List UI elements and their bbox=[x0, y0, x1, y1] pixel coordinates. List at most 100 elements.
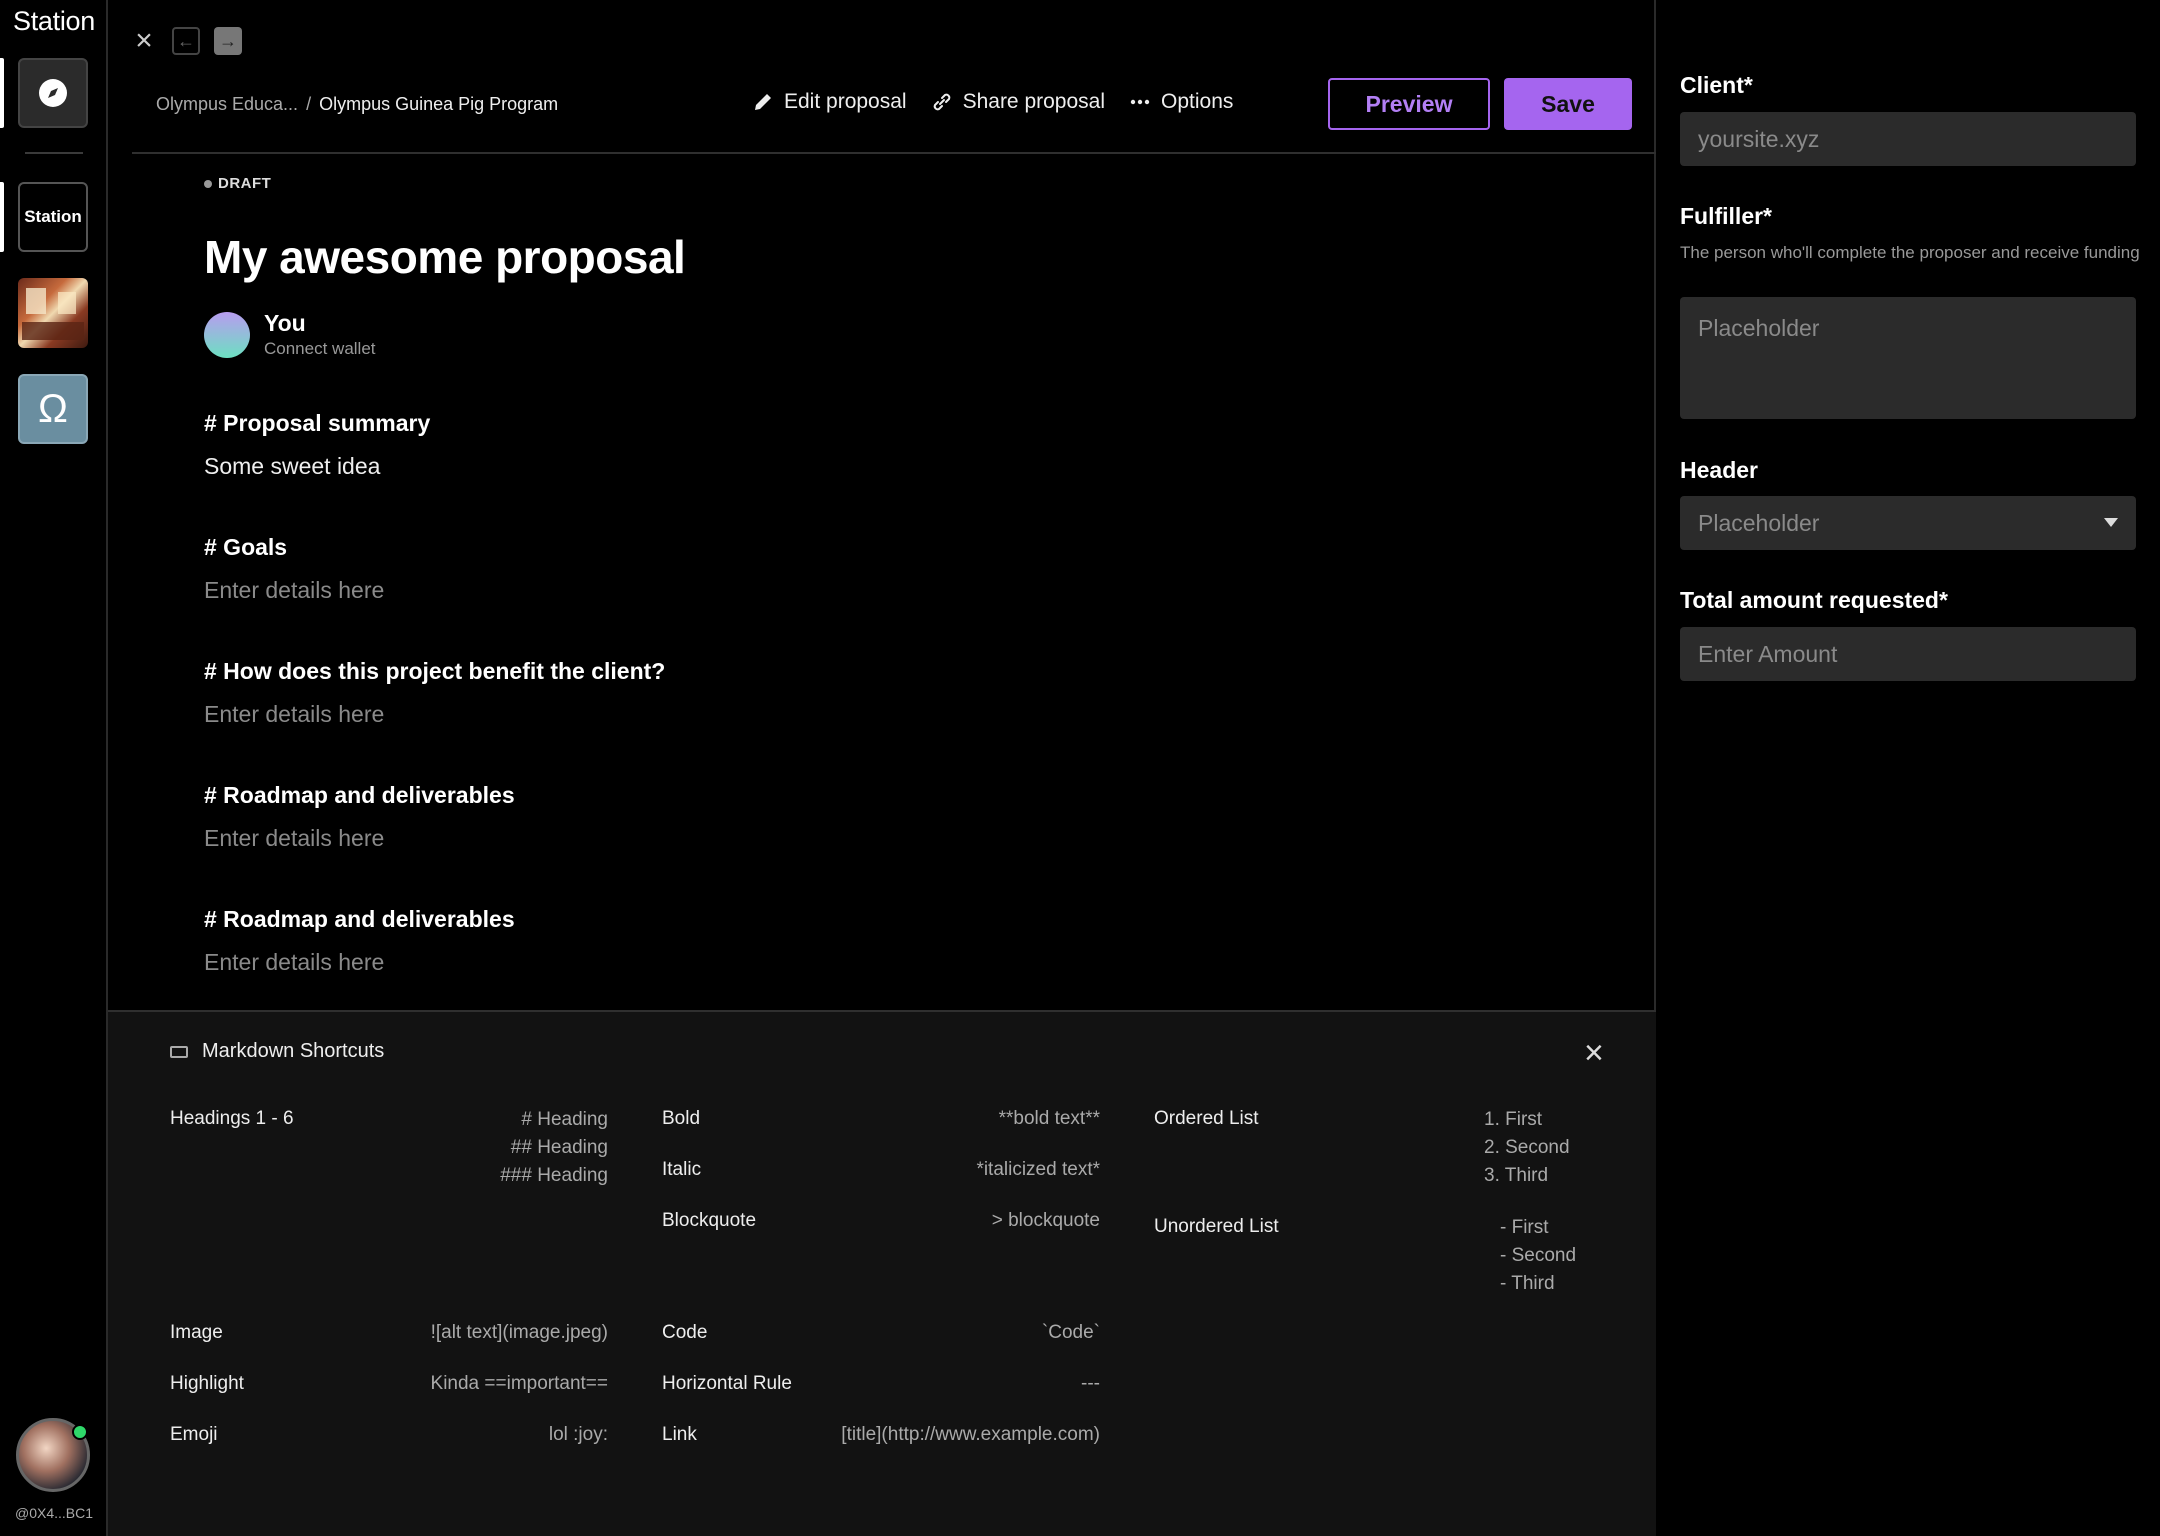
terminal-station-button[interactable]: Station bbox=[18, 182, 88, 252]
header-label: Header bbox=[1680, 457, 1758, 483]
shortcuts-title: Markdown Shortcuts bbox=[202, 1040, 385, 1062]
shortcut-code-label: Code bbox=[662, 1322, 708, 1343]
markdown-shortcuts-panel: Markdown Shortcuts × Headings 1 - 6 # He… bbox=[108, 1010, 1656, 1536]
close-icon[interactable]: × bbox=[130, 24, 158, 58]
active-indicator bbox=[0, 182, 4, 252]
shortcut-unordered-3: - Third bbox=[1500, 1273, 1555, 1294]
amount-input[interactable]: Enter Amount bbox=[1680, 627, 2136, 681]
proposal-content: DRAFT My awesome proposal You Connect wa… bbox=[204, 175, 1504, 1023]
share-proposal-label: Share proposal bbox=[962, 90, 1106, 113]
breadcrumb-current: Olympus Guinea Pig Program bbox=[319, 94, 559, 114]
breadcrumb-parent[interactable]: Olympus Educa... bbox=[156, 94, 298, 114]
shortcut-code-value: `Code` bbox=[1041, 1322, 1100, 1343]
fulfiller-label: Fulfiller* bbox=[1680, 203, 1773, 229]
shortcut-ordered-3: 3. Third bbox=[1484, 1165, 1549, 1186]
share-proposal-button[interactable]: Share proposal bbox=[931, 90, 1105, 114]
wallet-address: @0X4...BC1 bbox=[14, 1505, 94, 1521]
keyboard-icon bbox=[170, 1045, 188, 1058]
shortcut-italic-label: Italic bbox=[662, 1159, 702, 1180]
shortcut-emoji-label: Emoji bbox=[170, 1424, 218, 1445]
status-badge: DRAFT bbox=[204, 175, 1504, 192]
header-select-value: Placeholder bbox=[1698, 509, 1820, 536]
left-rail: Station Station Ω @0X4...BC1 bbox=[0, 0, 108, 1536]
shortcut-link-label: Link bbox=[662, 1424, 697, 1445]
brand-title: Station bbox=[13, 6, 95, 36]
connect-wallet-link[interactable]: Connect wallet bbox=[264, 339, 376, 359]
shortcut-heading-2: ## Heading bbox=[510, 1137, 608, 1158]
edit-proposal-label: Edit proposal bbox=[784, 90, 907, 113]
toolbar: Olympus Educa... / Olympus Guinea Pig Prog… bbox=[132, 78, 1656, 154]
preview-button[interactable]: Preview bbox=[1328, 78, 1490, 130]
shortcut-bold-label: Bold bbox=[662, 1108, 701, 1129]
options-label: Options bbox=[1161, 90, 1234, 113]
section-heading[interactable]: # Goals bbox=[204, 527, 1504, 567]
section-body[interactable]: Enter details here bbox=[204, 815, 1504, 899]
shortcut-heading-3: ### Heading bbox=[500, 1165, 608, 1186]
shortcut-ordered-values: 1. First 2. Second 3. Third bbox=[1398, 1106, 1598, 1190]
status-dot bbox=[204, 179, 212, 188]
shortcut-hr-label: Horizontal Rule bbox=[662, 1373, 792, 1394]
close-shortcuts-icon[interactable]: × bbox=[1584, 1034, 1604, 1073]
omega-icon: Ω bbox=[38, 386, 68, 431]
author-block: You Connect wallet bbox=[204, 310, 1504, 359]
terminal-omega-button[interactable]: Ω bbox=[18, 374, 88, 444]
edit-proposal-button[interactable]: Edit proposal bbox=[752, 90, 907, 114]
shortcut-image-label: Image bbox=[170, 1322, 223, 1343]
toolbar-actions: Edit proposal Share proposal Options bbox=[752, 90, 1233, 114]
terminal-station-label: Station bbox=[24, 207, 82, 226]
shortcuts-header: Markdown Shortcuts bbox=[170, 1040, 384, 1063]
section-body[interactable]: Some sweet idea bbox=[204, 443, 1504, 527]
shortcut-headings-values: # Heading ## Heading ### Heading bbox=[408, 1106, 608, 1190]
section-body[interactable]: Enter details here bbox=[204, 567, 1504, 651]
shortcut-highlight-value: Kinda ==important== bbox=[430, 1373, 608, 1394]
section-heading[interactable]: # Roadmap and deliverables bbox=[204, 899, 1504, 939]
proposal-sections: # Proposal summary Some sweet idea # Goa… bbox=[204, 403, 1504, 1023]
interior-photo-icon bbox=[22, 288, 84, 340]
shortcut-bold-value: **bold text** bbox=[998, 1108, 1100, 1129]
shortcut-headings-label: Headings 1 - 6 bbox=[170, 1108, 294, 1129]
main-editor: × ← → Olympus Educa... / Olympus Guinea Pi… bbox=[108, 0, 1656, 1536]
shortcut-unordered-values: - First - Second - Third bbox=[1398, 1214, 1598, 1298]
breadcrumb: Olympus Educa... / Olympus Guinea Pig Prog… bbox=[156, 94, 558, 115]
online-status-dot bbox=[72, 1424, 88, 1440]
client-label: Client* bbox=[1680, 72, 1753, 98]
window-nav: × ← → bbox=[130, 24, 242, 58]
shortcut-unordered-2: - Second bbox=[1500, 1245, 1577, 1266]
status-text: DRAFT bbox=[218, 175, 272, 192]
shortcut-blockquote-value: > blockquote bbox=[991, 1210, 1100, 1231]
pencil-icon bbox=[755, 94, 771, 110]
proposal-settings-panel: Client* yoursite.xyz Fulfiller* The pers… bbox=[1656, 0, 2160, 1536]
shortcut-unordered-1: - First bbox=[1500, 1217, 1549, 1238]
active-indicator bbox=[0, 58, 4, 128]
breadcrumb-separator: / bbox=[306, 94, 312, 114]
options-button[interactable]: Options bbox=[1129, 90, 1233, 114]
shortcut-unordered-label: Unordered List bbox=[1154, 1216, 1279, 1237]
section-heading[interactable]: # Proposal summary bbox=[204, 403, 1504, 443]
explore-button[interactable] bbox=[18, 58, 88, 128]
header-select[interactable]: Placeholder bbox=[1680, 496, 2136, 550]
shortcut-ordered-1: 1. First bbox=[1484, 1109, 1543, 1130]
compass-icon bbox=[39, 79, 67, 107]
section-body[interactable]: Enter details here bbox=[204, 691, 1504, 775]
save-button[interactable]: Save bbox=[1504, 78, 1632, 130]
shortcut-heading-1: # Heading bbox=[521, 1109, 608, 1130]
fulfiller-help-text: The person who'll complete the proposer … bbox=[1680, 243, 2140, 262]
back-arrow-icon[interactable]: ← bbox=[172, 27, 200, 55]
link-icon bbox=[933, 93, 950, 111]
shortcut-blockquote-label: Blockquote bbox=[662, 1210, 757, 1231]
shortcut-ordered-label: Ordered List bbox=[1154, 1108, 1259, 1129]
fulfiller-input[interactable]: Placeholder bbox=[1680, 297, 2136, 419]
rail-divider bbox=[25, 152, 83, 154]
forward-arrow-icon[interactable]: → bbox=[214, 27, 242, 55]
client-input[interactable]: yoursite.xyz bbox=[1680, 112, 2136, 166]
chevron-down-icon bbox=[2104, 518, 2118, 527]
shortcut-hr-value: --- bbox=[1081, 1373, 1100, 1394]
shortcut-italic-value: *italicized text* bbox=[976, 1159, 1100, 1180]
section-heading[interactable]: # How does this project benefit the clie… bbox=[204, 651, 1504, 691]
shortcut-emoji-value: lol :joy: bbox=[548, 1424, 608, 1445]
more-dots-icon bbox=[1130, 99, 1150, 105]
section-heading[interactable]: # Roadmap and deliverables bbox=[204, 775, 1504, 815]
shortcut-image-value: ![alt text](image.jpeg) bbox=[430, 1322, 608, 1343]
terminal-photo-button[interactable] bbox=[18, 278, 88, 348]
proposal-title[interactable]: My awesome proposal bbox=[204, 230, 1504, 284]
